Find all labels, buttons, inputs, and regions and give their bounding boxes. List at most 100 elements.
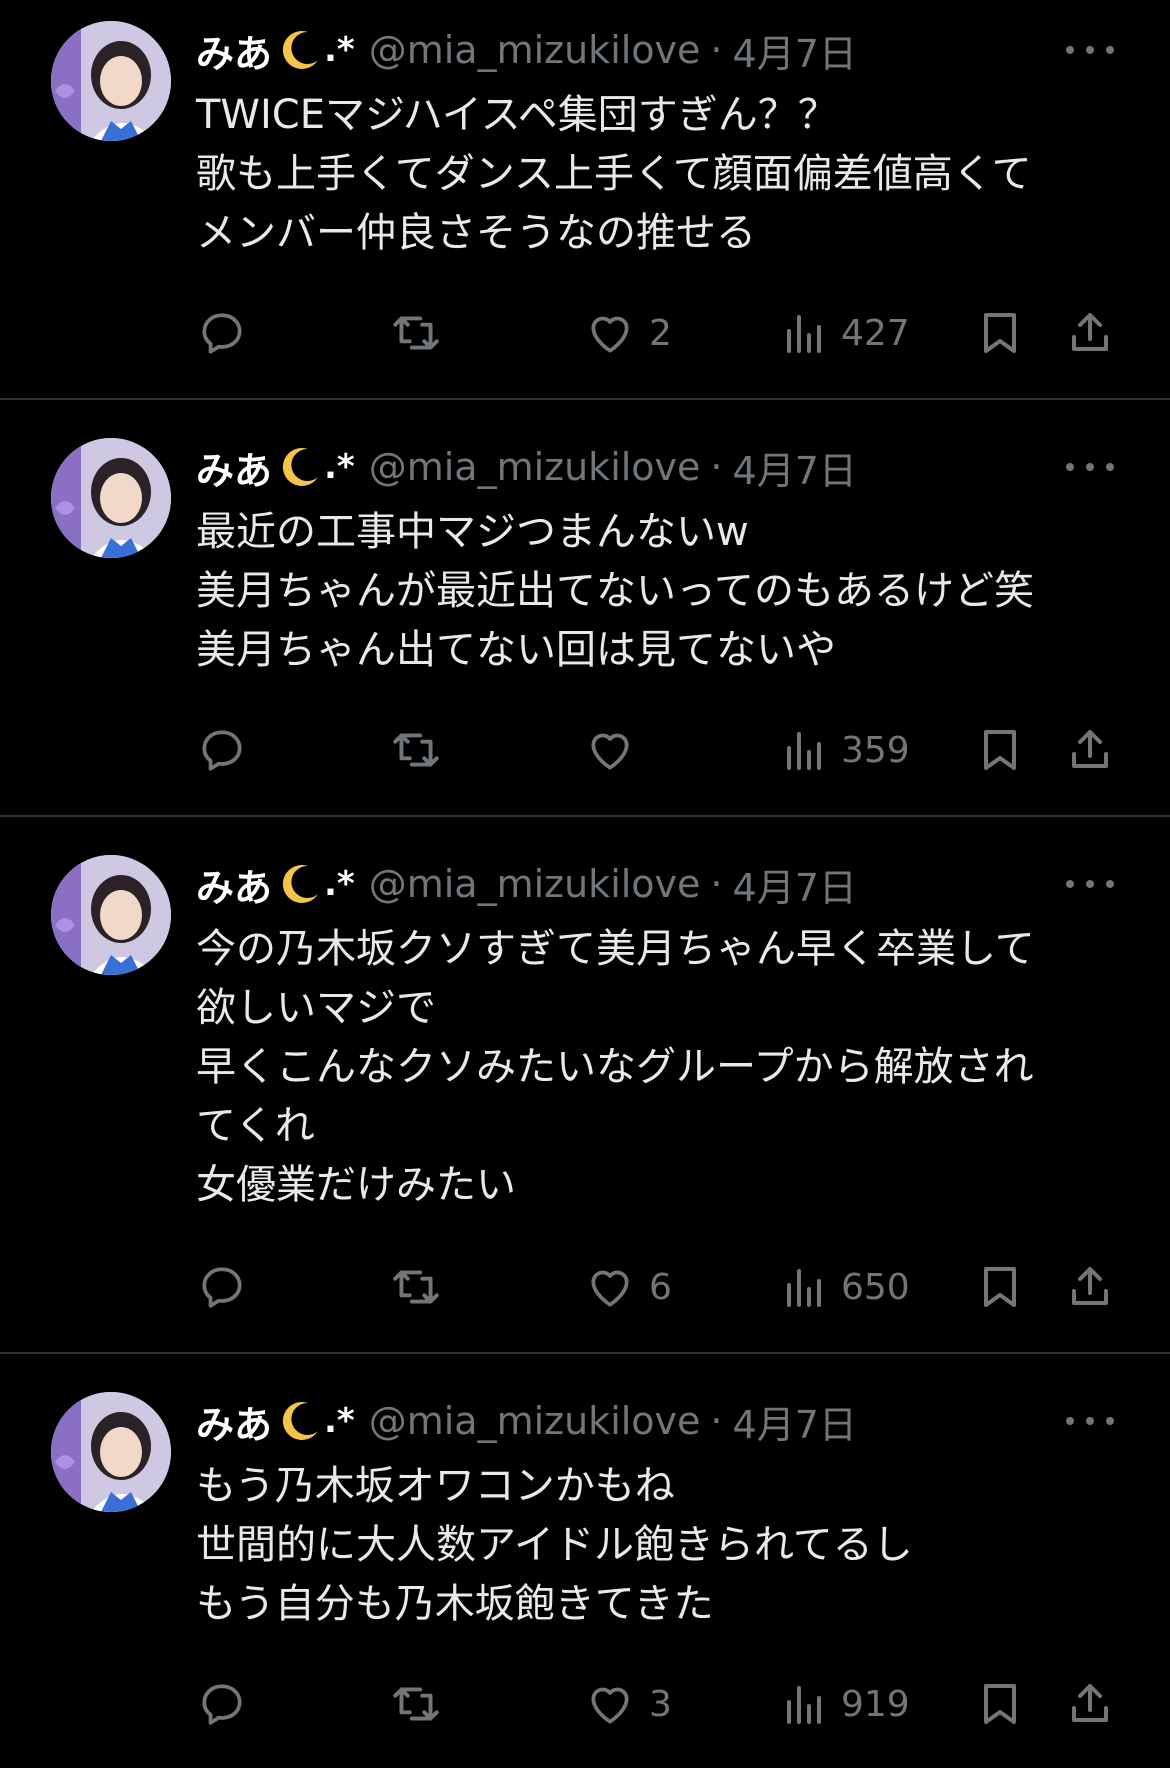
tweet[interactable]: みあ .* @mia_mizukilove · 4月7日 TWICEマジハイスペ… (0, 0, 1170, 400)
views-button[interactable]: 919 (783, 1676, 910, 1732)
retweet-icon (393, 316, 439, 350)
display-name[interactable]: みあ (196, 440, 272, 495)
retweet-icon (393, 1687, 439, 1721)
retweet-icon (393, 733, 439, 767)
tweet[interactable]: みあ .* @mia_mizukilove · 4月7日 今の乃木坂クソすぎて美… (0, 817, 1170, 1354)
more-icon[interactable] (1066, 1411, 1114, 1431)
action-bar: 3 919 (0, 1676, 1170, 1732)
tweet-header: みあ .* @mia_mizukilove · 4月7日 (196, 23, 857, 78)
bookmark-icon (984, 730, 1016, 770)
timeline-feed: みあ .* @mia_mizukilove · 4月7日 TWICEマジハイスペ… (0, 0, 1170, 1768)
reply-button[interactable] (197, 722, 247, 778)
avatar[interactable] (51, 21, 171, 141)
share-icon (1072, 1684, 1108, 1722)
reply-button[interactable] (197, 1259, 247, 1315)
like-count: 3 (649, 1683, 672, 1725)
separator-dot: · (710, 1399, 723, 1443)
avatar[interactable] (51, 1392, 171, 1512)
reply-icon (202, 313, 242, 354)
views-button[interactable]: 427 (783, 305, 910, 361)
reply-button[interactable] (197, 1676, 247, 1732)
tweet-text: TWICEマジハイスペ集団すぎん？？ 歌も上手くてダンス上手くて顔面偏差値高くて… (196, 92, 1032, 256)
share-icon (1072, 730, 1108, 768)
name-suffix: .* (324, 1401, 355, 1441)
like-button[interactable]: 3 (585, 1676, 672, 1732)
reply-icon (202, 730, 242, 771)
tweet[interactable]: みあ .* @mia_mizukilove · 4月7日 最近の工事中マジつまん… (0, 400, 1170, 817)
action-bar: 2 427 (0, 305, 1170, 361)
share-button[interactable] (1066, 1259, 1114, 1315)
more-icon[interactable] (1066, 457, 1114, 477)
tweet-header: みあ .* @mia_mizukilove · 4月7日 (196, 440, 857, 495)
retweet-icon (393, 1270, 439, 1304)
name-suffix: .* (324, 864, 355, 904)
views-button[interactable]: 359 (783, 722, 910, 778)
tweet-header: みあ .* @mia_mizukilove · 4月7日 (196, 1394, 857, 1449)
display-name[interactable]: みあ (196, 857, 272, 912)
tweet-header: みあ .* @mia_mizukilove · 4月7日 (196, 857, 857, 912)
avatar[interactable] (51, 438, 171, 558)
tweet-text: もう乃木坂オワコンかもね 世間的に大人数アイドル飽きられてるし もう自分も乃木坂… (196, 1463, 913, 1627)
user-handle[interactable]: @mia_mizukilove (369, 28, 701, 72)
bookmark-button[interactable] (978, 1259, 1022, 1315)
name-suffix: .* (324, 447, 355, 487)
heart-icon (591, 1270, 629, 1307)
retweet-button[interactable] (389, 1676, 443, 1732)
user-handle[interactable]: @mia_mizukilove (369, 862, 701, 906)
views-icon (787, 1686, 821, 1724)
action-bar: 6 650 (0, 1259, 1170, 1315)
timestamp[interactable]: 4月7日 (733, 1394, 857, 1449)
reply-icon (202, 1684, 242, 1725)
user-handle[interactable]: @mia_mizukilove (369, 1399, 701, 1443)
name-suffix: .* (324, 30, 355, 70)
retweet-button[interactable] (389, 305, 443, 361)
more-icon[interactable] (1066, 40, 1114, 60)
views-icon (787, 732, 821, 770)
timestamp[interactable]: 4月7日 (733, 440, 857, 495)
display-name[interactable]: みあ (196, 1394, 272, 1449)
views-button[interactable]: 650 (783, 1259, 910, 1315)
share-button[interactable] (1066, 1676, 1114, 1732)
avatar[interactable] (51, 855, 171, 975)
crescent-moon-icon (278, 445, 322, 489)
view-count: 650 (841, 1266, 910, 1308)
heart-icon (591, 733, 629, 770)
like-count: 2 (649, 312, 672, 354)
bookmark-icon (984, 1684, 1016, 1724)
action-bar: 359 (0, 722, 1170, 778)
crescent-moon-icon (278, 28, 322, 72)
tweet[interactable]: みあ .* @mia_mizukilove · 4月7日 もう乃木坂オワコンかも… (0, 1354, 1170, 1768)
reply-icon (202, 1267, 242, 1308)
like-button[interactable]: 6 (585, 1259, 672, 1315)
crescent-moon-icon (278, 862, 322, 906)
like-button[interactable]: 2 (585, 305, 672, 361)
heart-icon (591, 1687, 629, 1724)
reply-button[interactable] (197, 305, 247, 361)
more-icon[interactable] (1066, 874, 1114, 894)
timestamp[interactable]: 4月7日 (733, 857, 857, 912)
share-icon (1072, 313, 1108, 351)
bookmark-button[interactable] (978, 722, 1022, 778)
separator-dot: · (710, 28, 723, 72)
bookmark-button[interactable] (978, 1676, 1022, 1732)
bookmark-icon (984, 313, 1016, 353)
retweet-button[interactable] (389, 1259, 443, 1315)
view-count: 427 (841, 312, 910, 354)
retweet-button[interactable] (389, 722, 443, 778)
share-button[interactable] (1066, 305, 1114, 361)
like-button[interactable] (585, 722, 649, 778)
like-count: 6 (649, 1266, 672, 1308)
timestamp[interactable]: 4月7日 (733, 23, 857, 78)
share-icon (1072, 1267, 1108, 1305)
heart-icon (591, 316, 629, 353)
display-name[interactable]: みあ (196, 23, 272, 78)
share-button[interactable] (1066, 722, 1114, 778)
crescent-moon-icon (278, 1399, 322, 1443)
view-count: 359 (841, 729, 910, 771)
bookmark-button[interactable] (978, 305, 1022, 361)
separator-dot: · (710, 862, 723, 906)
bookmark-icon (984, 1267, 1016, 1307)
separator-dot: · (710, 445, 723, 489)
user-handle[interactable]: @mia_mizukilove (369, 445, 701, 489)
view-count: 919 (841, 1683, 910, 1725)
